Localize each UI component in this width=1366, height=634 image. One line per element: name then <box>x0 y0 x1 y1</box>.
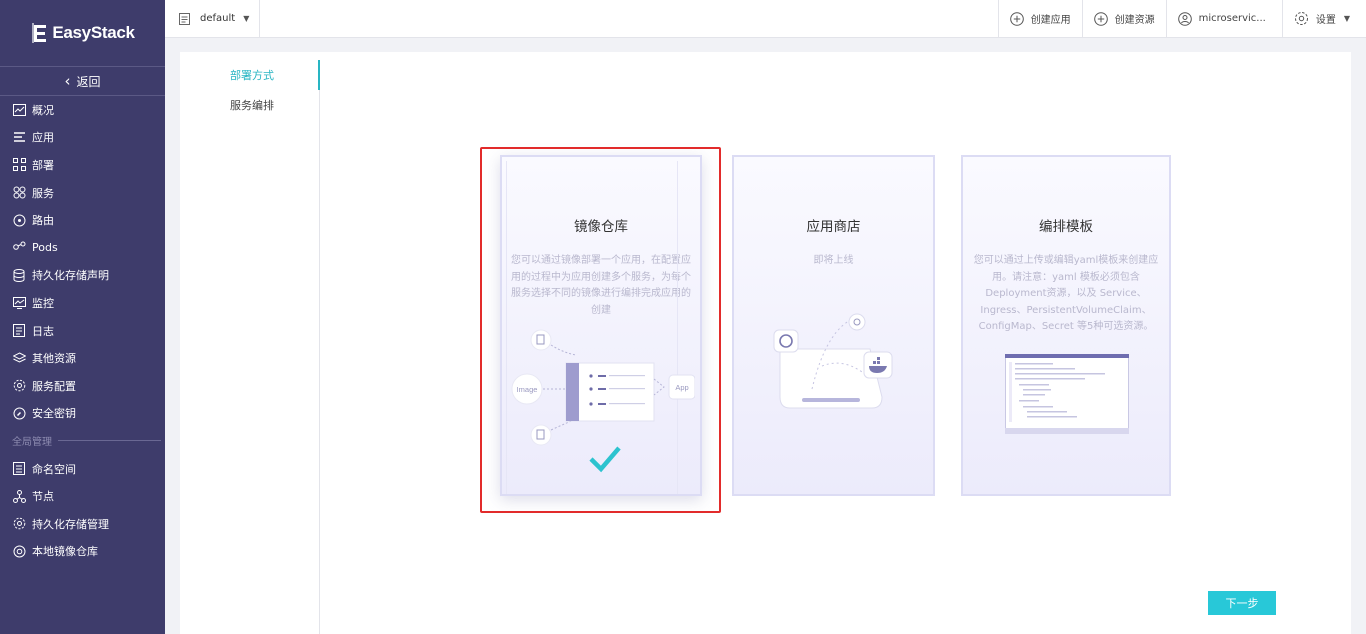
next-step-button[interactable]: 下一步 <box>1208 591 1276 615</box>
section-global-management: 全局管理 <box>0 427 165 455</box>
list-icon <box>12 130 26 144</box>
user-menu[interactable]: microservic... <box>1165 0 1282 38</box>
sidebar-item-label: 安全密钥 <box>32 407 76 421</box>
route-icon <box>12 213 26 227</box>
namespace-icon <box>12 462 26 476</box>
back-label: 返回 <box>76 74 101 89</box>
sidebar-item-label: 本地镜像仓库 <box>32 545 98 559</box>
sidebar-item-label: 监控 <box>32 296 54 310</box>
card-decoration-line <box>506 161 507 494</box>
sidebar-item-logs[interactable]: 日志 <box>0 317 165 345</box>
sidebar-item-label: Pods <box>32 241 58 255</box>
caret-down-icon: ▼ <box>1343 14 1350 23</box>
sidebar-item-service-config[interactable]: 服务配置 <box>0 372 165 400</box>
card-app-store[interactable]: 应用商店 即将上线 <box>732 155 935 496</box>
sidebar-item-deploy[interactable]: 部署 <box>0 151 165 179</box>
service-icon <box>12 186 26 200</box>
card-description: 您可以通过上传或编辑yaml模板来创建应用。请注意：yaml 模板必须包含 De… <box>973 255 1159 332</box>
sidebar-item-label: 持久化存储声明 <box>32 269 109 283</box>
namespace-value: default <box>200 13 236 24</box>
sidebar-item-label: 节点 <box>32 490 54 504</box>
plus-circle-icon <box>1093 11 1108 26</box>
step-service-orchestration[interactable]: 服务编排 <box>180 90 319 120</box>
sidebar-item-label: 路由 <box>32 214 54 228</box>
create-resource-button[interactable]: 创建资源 <box>1081 0 1166 38</box>
sidebar-item-other-resources[interactable]: 其他资源 <box>0 344 165 372</box>
back-button[interactable]: ‹ 返回 <box>0 67 165 96</box>
monitor-icon <box>12 296 26 310</box>
pods-icon <box>12 241 26 255</box>
sidebar-item-label: 部署 <box>32 158 54 172</box>
layers-icon <box>12 351 26 365</box>
gear-icon <box>1294 12 1308 25</box>
registry-icon <box>12 544 26 558</box>
brand-name: EasyStack <box>52 23 135 42</box>
node-icon <box>12 489 26 503</box>
sidebar-item-apps[interactable]: 应用 <box>0 124 165 152</box>
log-icon <box>12 324 26 338</box>
sidebar: EasyStack ‹ 返回 概况 应用 部署 服务 路由 Pods 持久化存储… <box>0 0 165 634</box>
card-title: 编排模板 <box>1039 219 1093 235</box>
card-image-registry[interactable]: 镜像仓库 您可以通过镜像部署一个应用，在配置应用的过程中为应用创建多个服务，为每… <box>500 155 702 496</box>
sidebar-item-label: 其他资源 <box>32 352 76 366</box>
sidebar-item-label: 服务配置 <box>32 379 76 393</box>
section-divider <box>58 440 161 442</box>
key-icon <box>12 406 26 420</box>
image-node-label: Image <box>517 385 538 394</box>
chart-icon <box>12 103 26 117</box>
chevron-left-icon: ‹ <box>64 72 71 90</box>
logo-icon <box>32 23 47 43</box>
app-node-label: App <box>675 383 688 392</box>
sidebar-item-overview[interactable]: 概况 <box>0 96 165 124</box>
user-name: microservic... <box>1198 13 1266 24</box>
sidebar-item-services[interactable]: 服务 <box>0 179 165 207</box>
sidebar-item-monitor[interactable]: 监控 <box>0 289 165 317</box>
sidebar-item-namespaces[interactable]: 命名空间 <box>0 455 165 483</box>
settings-label: 设置 <box>1315 15 1336 26</box>
namespace-selector[interactable]: default ▼ <box>165 0 261 38</box>
sidebar-item-label: 持久化存储管理 <box>32 517 109 531</box>
card-title: 镜像仓库 <box>574 219 628 235</box>
card-description: 即将上线 <box>813 255 854 266</box>
sidebar-item-label: 日志 <box>32 324 54 338</box>
create-app-button[interactable]: 创建应用 <box>997 0 1082 38</box>
deploy-icon <box>12 158 26 172</box>
document-icon <box>179 12 190 25</box>
sidebar-item-label: 概况 <box>32 103 54 117</box>
sidebar-nav: 概况 应用 部署 服务 路由 Pods 持久化存储声明 监控 日志 其他资源 服… <box>0 96 165 565</box>
section-label: 全局管理 <box>12 437 52 449</box>
card-orchestration-template[interactable]: 编排模板 您可以通过上传或编辑yaml模板来创建应用。请注意：yaml 模板必须… <box>961 155 1171 496</box>
create-app-label: 创建应用 <box>1030 15 1071 26</box>
brand-logo[interactable]: EasyStack <box>0 0 165 67</box>
sidebar-item-pods[interactable]: Pods <box>0 234 165 262</box>
sidebar-item-storage-management[interactable]: 持久化存储管理 <box>0 510 165 538</box>
sidebar-item-label: 命名空间 <box>32 462 76 476</box>
step-deploy-method[interactable]: 部署方式 <box>180 60 320 90</box>
caret-down-icon: ▼ <box>243 14 250 23</box>
step-nav: 部署方式 服务编排 <box>180 60 320 634</box>
check-icon <box>589 446 621 473</box>
top-bar: default ▼ 创建应用 创建资源 microservic... 设置 ▼ <box>165 0 1366 38</box>
sidebar-item-label: 服务 <box>32 186 54 200</box>
image-to-app-illustration: Image App <box>511 329 695 446</box>
sidebar-item-routes[interactable]: 路由 <box>0 206 165 234</box>
user-icon <box>1177 11 1192 26</box>
settings-menu[interactable]: 设置 ▼ <box>1281 0 1366 38</box>
storage-icon <box>12 268 26 282</box>
top-bar-actions: 创建应用 创建资源 microservic... 设置 ▼ <box>997 0 1366 38</box>
sidebar-item-label: 应用 <box>32 131 54 145</box>
create-resource-label: 创建资源 <box>1114 15 1155 26</box>
app-store-illustration <box>773 313 893 409</box>
sidebar-item-pvc[interactable]: 持久化存储声明 <box>0 262 165 290</box>
sidebar-item-local-registry[interactable]: 本地镜像仓库 <box>0 538 165 566</box>
sidebar-item-nodes[interactable]: 节点 <box>0 482 165 510</box>
config-icon <box>12 379 26 393</box>
gear-icon <box>12 517 26 531</box>
card-title: 应用商店 <box>806 219 861 235</box>
plus-circle-icon <box>1009 11 1024 26</box>
card-description: 您可以通过镜像部署一个应用，在配置应用的过程中为应用创建多个服务，为每个服务选择… <box>511 255 691 316</box>
sidebar-item-secrets[interactable]: 安全密钥 <box>0 400 165 428</box>
yaml-editor-illustration <box>1005 354 1129 434</box>
